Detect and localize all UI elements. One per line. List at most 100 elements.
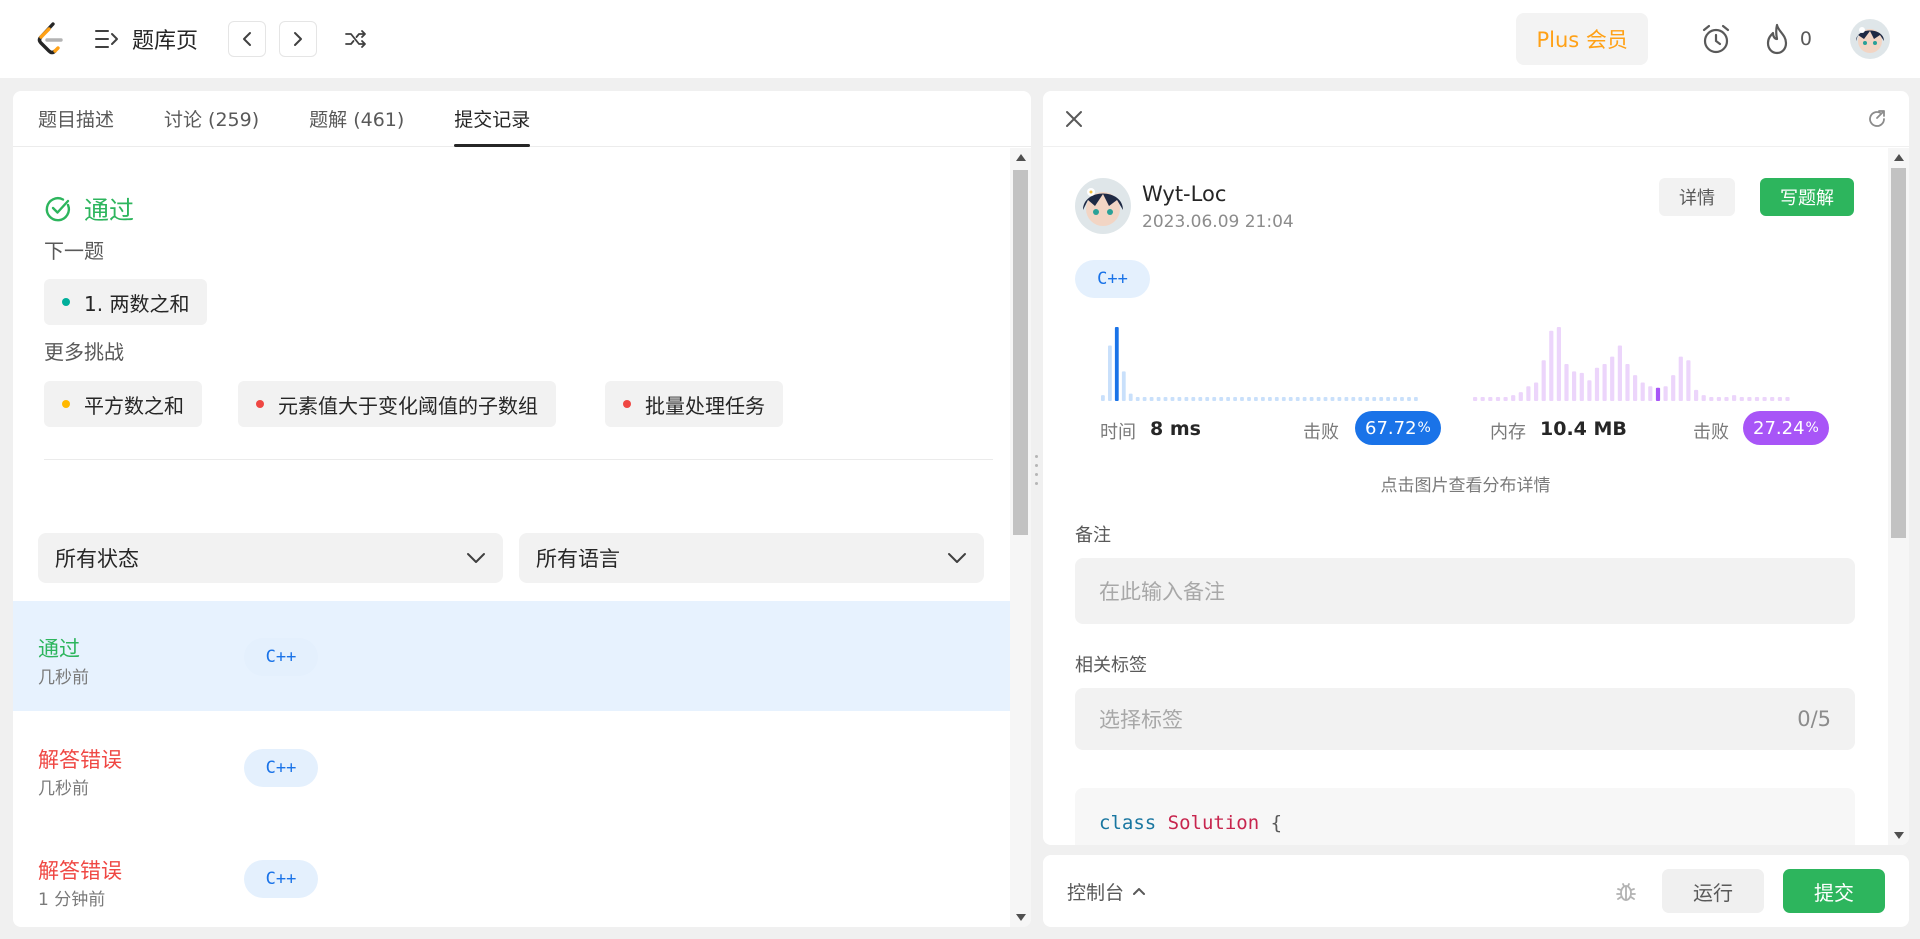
tags-select[interactable]: 选择标签 0/5 <box>1075 688 1855 750</box>
memory-bar <box>1747 397 1752 401</box>
run-button[interactable]: 运行 <box>1662 869 1764 913</box>
challenge-chip[interactable]: 元素值大于变化阈值的子数组 <box>238 381 556 427</box>
memory-bar <box>1511 395 1516 401</box>
runtime-distribution-chart[interactable] <box>1101 321 1421 401</box>
memory-bar <box>1480 397 1485 401</box>
scroll-thumb[interactable] <box>1891 168 1906 538</box>
left-panel: 题目描述 讨论 (259) 题解 (461) 提交记录 通过 下一题 1. 两数… <box>13 91 1031 927</box>
random-problem-button[interactable] <box>338 21 374 57</box>
runtime-bar <box>1191 397 1196 401</box>
scroll-up-arrow[interactable] <box>1016 154 1026 161</box>
scroll-up-arrow[interactable] <box>1894 154 1904 161</box>
runtime-bar <box>1337 397 1342 401</box>
panel-resize-handle[interactable] <box>1033 455 1039 485</box>
alarm-clock-icon[interactable] <box>1696 19 1736 59</box>
problem-bank-title[interactable]: 题库页 <box>132 23 198 55</box>
tab-discussion[interactable]: 讨论 (259) <box>164 105 259 146</box>
chevron-left-icon <box>243 32 252 46</box>
memory-bar <box>1534 382 1539 401</box>
submission-row[interactable]: 解答错误 几秒前 C++ <box>13 712 1010 822</box>
plus-membership-button[interactable]: Plus 会员 <box>1516 13 1648 65</box>
details-button[interactable]: 详情 <box>1659 178 1735 216</box>
submit-button[interactable]: 提交 <box>1783 869 1885 913</box>
next-problem-button[interactable] <box>279 21 318 57</box>
memory-bar <box>1526 386 1531 401</box>
memory-bar <box>1724 397 1729 401</box>
debug-bug-icon[interactable] <box>1614 879 1638 903</box>
memory-bar <box>1785 397 1790 401</box>
write-solution-button[interactable]: 写题解 <box>1760 178 1854 216</box>
tab-submissions[interactable]: 提交记录 <box>454 105 531 147</box>
challenge-chip[interactable]: 批量处理任务 <box>605 381 783 427</box>
submission-row[interactable]: 通过 几秒前 C++ <box>13 601 1010 711</box>
runtime-bar <box>1261 397 1265 401</box>
status-filter-dropdown[interactable]: 所有状态 <box>38 533 503 583</box>
runtime-bar <box>1400 397 1404 401</box>
right-scrollbar[interactable] <box>1888 148 1909 845</box>
user-avatar[interactable] <box>1850 19 1890 59</box>
memory-bar <box>1732 395 1737 401</box>
runtime-bar <box>1247 397 1251 401</box>
result-text: 通过 <box>84 196 135 225</box>
author-avatar[interactable] <box>1075 178 1131 234</box>
runtime-bar <box>1351 397 1356 401</box>
runtime-bar <box>1101 395 1105 401</box>
runtime-bar <box>1170 397 1175 401</box>
runtime-bar <box>1233 397 1237 401</box>
console-toggle[interactable]: 控制台 <box>1067 878 1146 905</box>
tab-description[interactable]: 题目描述 <box>38 105 114 146</box>
submission-status: 通过 <box>38 637 80 661</box>
note-input[interactable]: 在此输入备注 <box>1075 558 1855 624</box>
submission-time: 几秒前 <box>38 779 89 799</box>
next-problem-chip[interactable]: 1. 两数之和 <box>44 279 208 325</box>
submissions-pane: 通过 下一题 1. 两数之和 更多挑战 平方数之和 元素值大于变化阈值的子数组 … <box>13 148 1010 927</box>
runtime-bar <box>1393 397 1397 401</box>
memory-bar <box>1686 360 1691 401</box>
language-badge: C++ <box>244 749 318 787</box>
memory-bar <box>1655 387 1661 401</box>
runtime-bar <box>1323 397 1328 401</box>
author-name[interactable]: Wyt-Loc <box>1142 182 1226 206</box>
challenge-chip[interactable]: 平方数之和 <box>44 381 202 427</box>
memory-bar <box>1587 380 1592 401</box>
submission-status: 解答错误 <box>38 859 122 883</box>
runtime-bar <box>1240 397 1244 401</box>
runtime-bar <box>1128 393 1133 401</box>
scroll-thumb[interactable] <box>1013 170 1028 535</box>
runtime-bar <box>1386 397 1390 401</box>
open-external-icon[interactable] <box>1867 109 1887 129</box>
close-icon[interactable] <box>1065 110 1083 128</box>
runtime-bar <box>1295 397 1300 401</box>
scroll-down-arrow[interactable] <box>1894 832 1904 839</box>
memory-bar <box>1495 397 1501 401</box>
runtime-bar <box>1379 397 1384 401</box>
memory-label: 内存 <box>1490 422 1526 443</box>
submission-time: 几秒前 <box>38 668 89 688</box>
code-viewer[interactable]: class Solution { <box>1075 788 1855 845</box>
scroll-down-arrow[interactable] <box>1016 914 1026 921</box>
streak-counter[interactable]: 0 <box>1764 23 1812 55</box>
submission-row[interactable]: 解答错误 1 分钟前 C++ <box>13 823 1010 927</box>
language-filter-dropdown[interactable]: 所有语言 <box>519 533 984 583</box>
runtime-bar <box>1205 397 1210 401</box>
leetcode-logo[interactable] <box>30 19 70 59</box>
problem-list-icon[interactable] <box>90 22 124 56</box>
runtime-bar <box>1156 397 1161 401</box>
difficulty-dot <box>62 298 70 306</box>
chevron-right-icon <box>294 32 303 46</box>
prev-problem-button[interactable] <box>228 21 267 57</box>
tags-placeholder: 选择标签 <box>1099 708 1183 732</box>
runtime-bar <box>1309 397 1314 401</box>
runtime-beats-label: 击败 <box>1303 422 1339 443</box>
left-scrollbar[interactable] <box>1010 148 1031 927</box>
memory-bar <box>1648 386 1653 401</box>
memory-distribution-chart[interactable] <box>1473 321 1793 401</box>
check-circle-icon <box>45 197 70 222</box>
runtime-bar <box>1344 397 1349 401</box>
memory-bar <box>1572 371 1577 401</box>
code-class-name: Solution <box>1167 812 1260 834</box>
memory-bar <box>1617 345 1622 401</box>
tab-solutions[interactable]: 题解 (461) <box>309 105 404 146</box>
tags-count: 0/5 <box>1797 707 1831 731</box>
memory-bar <box>1709 397 1714 401</box>
